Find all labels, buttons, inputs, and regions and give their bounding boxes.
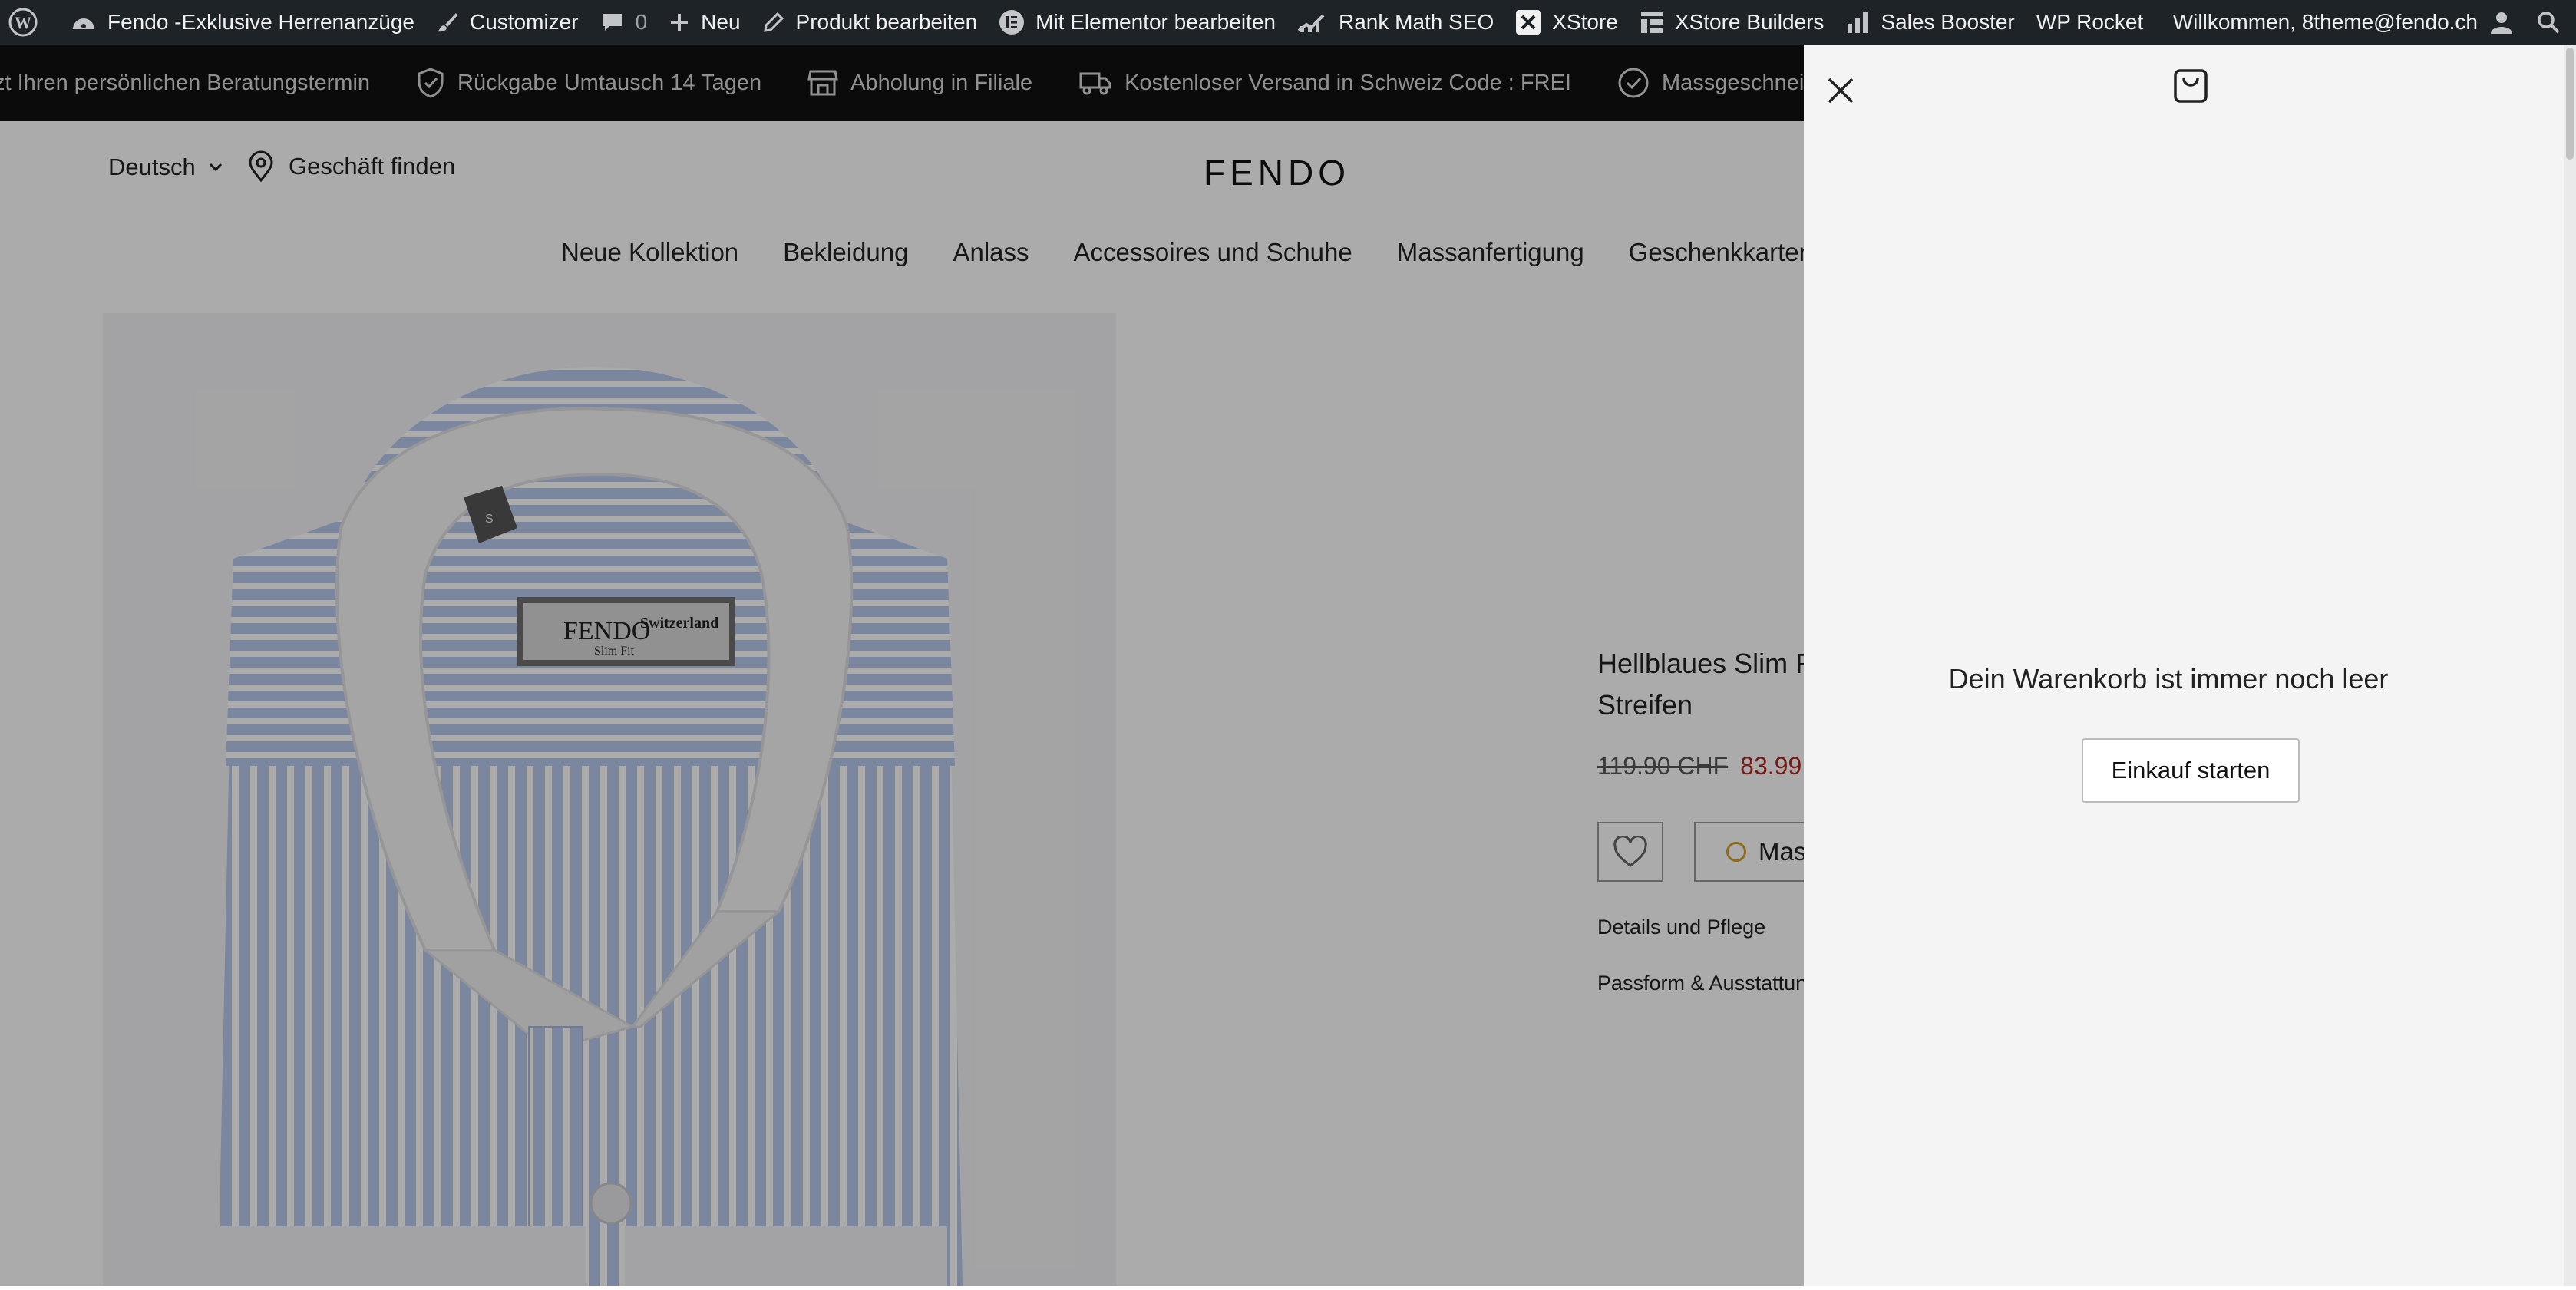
- edit-product-link[interactable]: Produkt bearbeiten: [751, 0, 989, 45]
- xstore-menu[interactable]: XStore: [1504, 0, 1629, 45]
- admin-search-button[interactable]: [2525, 0, 2576, 45]
- rank-math-icon: [1297, 14, 1325, 32]
- new-content-menu[interactable]: Neu: [658, 0, 751, 45]
- comment-icon: [603, 14, 622, 31]
- customizer-label: Customizer: [469, 10, 579, 34]
- sales-booster-menu[interactable]: Sales Booster: [1835, 0, 2025, 45]
- site-name: Fendo -Exklusive Herrenanzüge: [107, 10, 414, 34]
- xstore-builders-label: XStore Builders: [1674, 10, 1825, 34]
- cart-drawer: Dein Warenkorb ist immer noch leer Einka…: [1804, 45, 2576, 1286]
- wp-rocket-label: WP Rocket: [2036, 10, 2144, 34]
- edit-product-label: Produkt bearbeiten: [795, 10, 978, 34]
- brush-icon: [437, 13, 457, 32]
- plus-icon: [671, 14, 689, 31]
- account-menu[interactable]: Willkommen, 8theme@fendo.ch: [2162, 0, 2525, 45]
- empty-cart-message: Dein Warenkorb ist immer noch leer: [1948, 663, 2389, 694]
- builders-icon: [1640, 12, 1663, 33]
- xstore-label: XStore: [1552, 10, 1618, 34]
- close-icon: [1828, 78, 1854, 104]
- bar-chart-icon: [1848, 12, 1868, 33]
- rank-math-menu[interactable]: Rank Math SEO: [1286, 0, 1504, 45]
- wordpress-logo-icon[interactable]: W: [0, 0, 60, 45]
- new-label: Neu: [701, 10, 741, 34]
- sales-booster-label: Sales Booster: [1881, 10, 2015, 34]
- search-icon: [2538, 12, 2560, 34]
- elementor-icon: [999, 10, 1025, 35]
- shopping-bag-icon: [2172, 66, 2209, 108]
- site-name-menu[interactable]: Fendo -Exklusive Herrenanzüge: [60, 0, 425, 45]
- wp-admin-bar: W Fendo -Exklusive Herrenanzüge Customiz…: [0, 0, 2576, 45]
- dashboard-icon: [73, 18, 94, 29]
- page-scrollbar[interactable]: [2564, 45, 2576, 1286]
- customizer-link[interactable]: Customizer: [425, 0, 590, 45]
- welcome-label: Willkommen, 8theme@fendo.ch: [2172, 10, 2478, 34]
- elementor-link[interactable]: Mit Elementor bearbeiten: [988, 0, 1286, 45]
- scrollbar-thumb[interactable]: [2566, 48, 2574, 160]
- wp-rocket-menu[interactable]: WP Rocket: [2026, 0, 2155, 45]
- start-shopping-button[interactable]: Einkauf starten: [2082, 738, 2300, 803]
- xstore-icon: [1516, 10, 1541, 35]
- svg-text:W: W: [15, 13, 31, 32]
- close-cart-button[interactable]: [1818, 68, 1864, 114]
- elementor-label: Mit Elementor bearbeiten: [1035, 10, 1276, 34]
- comments-count: 0: [635, 10, 648, 34]
- xstore-builders-menu[interactable]: XStore Builders: [1629, 0, 1835, 45]
- rank-math-label: Rank Math SEO: [1338, 10, 1494, 34]
- user-avatar-icon: [2491, 12, 2512, 34]
- comments-link[interactable]: 0: [590, 0, 659, 45]
- pencil-icon: [763, 12, 784, 32]
